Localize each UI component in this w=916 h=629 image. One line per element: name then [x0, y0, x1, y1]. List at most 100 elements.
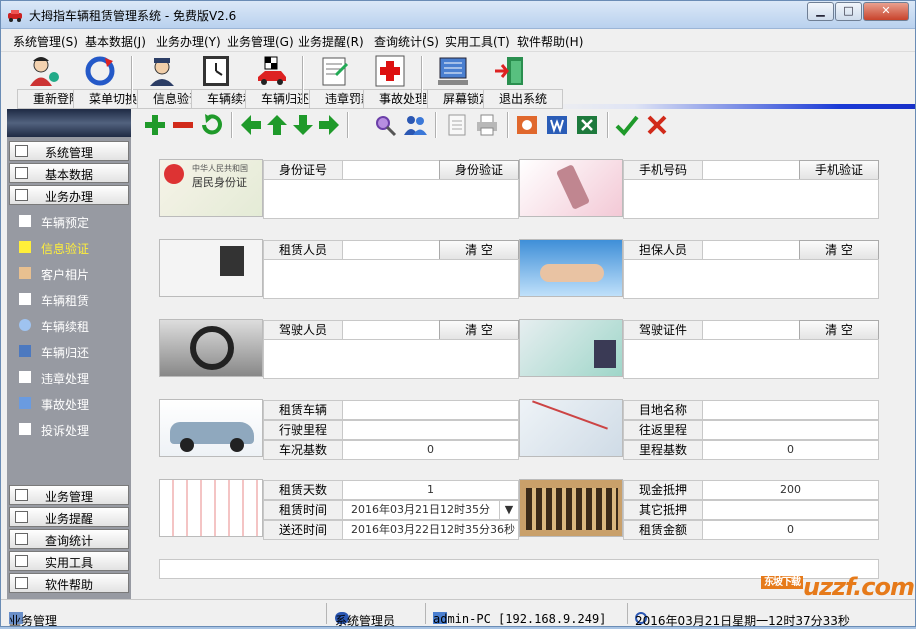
destination-label: 目地名称	[623, 400, 703, 420]
sidebar-group-business-remind[interactable]: 业务提醒	[9, 507, 129, 527]
list-icon	[15, 555, 28, 567]
other-deposit-label: 其它抵押	[623, 500, 703, 520]
mileage-input[interactable]	[342, 420, 519, 440]
license-input[interactable]	[702, 320, 800, 340]
driver-input[interactable]	[342, 320, 440, 340]
return-time-label: 送还时间	[263, 520, 343, 540]
toolbar-divider	[435, 112, 437, 138]
print-icon[interactable]	[475, 113, 499, 137]
arrow-up-icon[interactable]	[265, 113, 289, 137]
vehicle-input[interactable]	[342, 400, 519, 420]
return-mileage-label: 往返里程	[623, 420, 703, 440]
license-label: 驾驶证件	[623, 320, 703, 340]
users-icon[interactable]	[403, 113, 427, 137]
ticket-icon	[322, 57, 349, 86]
info-verify-button[interactable]: 信息验证	[137, 55, 217, 109]
arrow-down-icon[interactable]	[291, 113, 315, 137]
phone-input[interactable]	[702, 160, 800, 180]
photo-icon	[19, 267, 31, 279]
rent-time-label: 租赁时间	[263, 500, 343, 520]
arrow-left-icon[interactable]	[239, 113, 263, 137]
search-icon[interactable]	[373, 113, 397, 137]
phone-label: 手机号码	[623, 160, 703, 180]
destination-input[interactable]	[702, 400, 879, 420]
menu-business-manage[interactable]: 业务管理(G)	[227, 33, 294, 50]
help-icon	[15, 577, 28, 589]
document-icon	[19, 293, 31, 305]
close-button[interactable]: ✕	[863, 2, 909, 21]
guarantor-clear-button[interactable]: 清 空	[799, 240, 879, 260]
rent-time-picker[interactable]: 2016年03月21日12时35分36秒	[342, 500, 500, 534]
sidebar: 系统管理 基本数据 业务办理 车辆预定 信息验证 客户相片 车辆租赁 车辆续租 …	[7, 109, 131, 599]
calendar-image	[159, 479, 263, 537]
status-divider	[326, 603, 327, 624]
tools-icon	[19, 397, 31, 409]
mileage-base-input[interactable]: 0	[702, 440, 879, 460]
days-input[interactable]: 1	[342, 480, 519, 500]
handshake-image	[519, 239, 623, 297]
exit-system-button[interactable]: 退出系统	[483, 55, 563, 109]
cancel-icon[interactable]	[645, 113, 669, 137]
sidebar-group-business-manage[interactable]: 业务管理	[9, 485, 129, 505]
license-clear-button[interactable]: 清 空	[799, 320, 879, 340]
driver-detail	[263, 339, 519, 379]
confirm-icon[interactable]	[615, 113, 639, 137]
return-time-input[interactable]: 2016年03月22日12时35分36秒	[342, 520, 519, 540]
chart-icon	[15, 533, 28, 545]
phone-verify-button[interactable]: 手机验证	[799, 160, 879, 180]
chevron-down-icon[interactable]: ▼	[499, 500, 519, 520]
toolbar-divider	[421, 56, 423, 104]
amount-input[interactable]: 0	[702, 520, 879, 540]
menu-business-handle[interactable]: 业务办理(Y)	[156, 33, 221, 50]
vehicle-return-button[interactable]: 车辆归还	[245, 55, 325, 109]
vehicle-renew-button[interactable]: 车辆续租	[191, 55, 271, 109]
menu-business-remind[interactable]: 业务提醒(R)	[298, 33, 364, 50]
clock-icon	[203, 56, 229, 86]
minimize-button[interactable]: ▁	[807, 2, 834, 21]
driver-label: 驾驶人员	[263, 320, 343, 340]
menu-system[interactable]: 系统管理(S)	[13, 33, 78, 50]
relogin-button[interactable]: 重新登陆	[17, 55, 97, 109]
remove-icon[interactable]	[171, 113, 195, 137]
driver-license-image	[519, 319, 623, 377]
traffic-fine-button[interactable]: 违章罚款	[309, 55, 389, 109]
menu-switch-button[interactable]: 菜单切换	[73, 55, 153, 109]
sidebar-group-tools[interactable]: 实用工具	[9, 551, 129, 571]
toolbar-divider	[607, 112, 609, 138]
document-icon[interactable]	[445, 113, 469, 137]
screen-lock-button[interactable]: 屏幕锁定	[427, 55, 507, 109]
menu-basic-data[interactable]: 基本数据(J)	[85, 33, 146, 50]
add-icon[interactable]	[143, 113, 167, 137]
arrow-right-icon[interactable]	[317, 113, 341, 137]
guarantor-input[interactable]	[702, 240, 800, 260]
sidebar-group-query-stats[interactable]: 查询统计	[9, 529, 129, 549]
excel-icon[interactable]	[575, 113, 599, 137]
list-icon	[19, 215, 31, 227]
return-mileage-input[interactable]	[702, 420, 879, 440]
renter-input[interactable]	[342, 240, 440, 260]
mileage-base-label: 里程基数	[623, 440, 703, 460]
title-bar: 大拇指车辆租赁管理系统 - 免费版V2.6 ▁ □ ✕	[1, 1, 915, 29]
abacus-image	[519, 479, 623, 537]
phone-image	[519, 159, 623, 217]
driver-clear-button[interactable]: 清 空	[439, 320, 519, 340]
powerpoint-icon[interactable]	[515, 113, 539, 137]
other-deposit-input[interactable]	[702, 500, 879, 520]
menu-query-stats[interactable]: 查询统计(S)	[374, 33, 439, 50]
menu-tools[interactable]: 实用工具(T)	[445, 33, 510, 50]
sidebar-group-help[interactable]: 软件帮助	[9, 573, 129, 593]
word-icon[interactable]	[545, 113, 569, 137]
id-card-input[interactable]	[342, 160, 440, 180]
sidebar-group-system[interactable]: 系统管理	[9, 141, 129, 161]
menu-help[interactable]: 软件帮助(H)	[517, 33, 583, 50]
sidebar-group-business-handle[interactable]: 业务办理	[9, 185, 129, 205]
mobile-phone-icon	[555, 164, 591, 210]
condition-input[interactable]: 0	[342, 440, 519, 460]
undo-icon[interactable]	[199, 113, 223, 137]
id-verify-button[interactable]: 身份验证	[439, 160, 519, 180]
maximize-button[interactable]: □	[835, 2, 862, 21]
accident-button[interactable]: 事故处理	[363, 55, 443, 109]
renter-clear-button[interactable]: 清 空	[439, 240, 519, 260]
sidebar-group-basic-data[interactable]: 基本数据	[9, 163, 129, 183]
deposit-input[interactable]: 200	[702, 480, 879, 500]
